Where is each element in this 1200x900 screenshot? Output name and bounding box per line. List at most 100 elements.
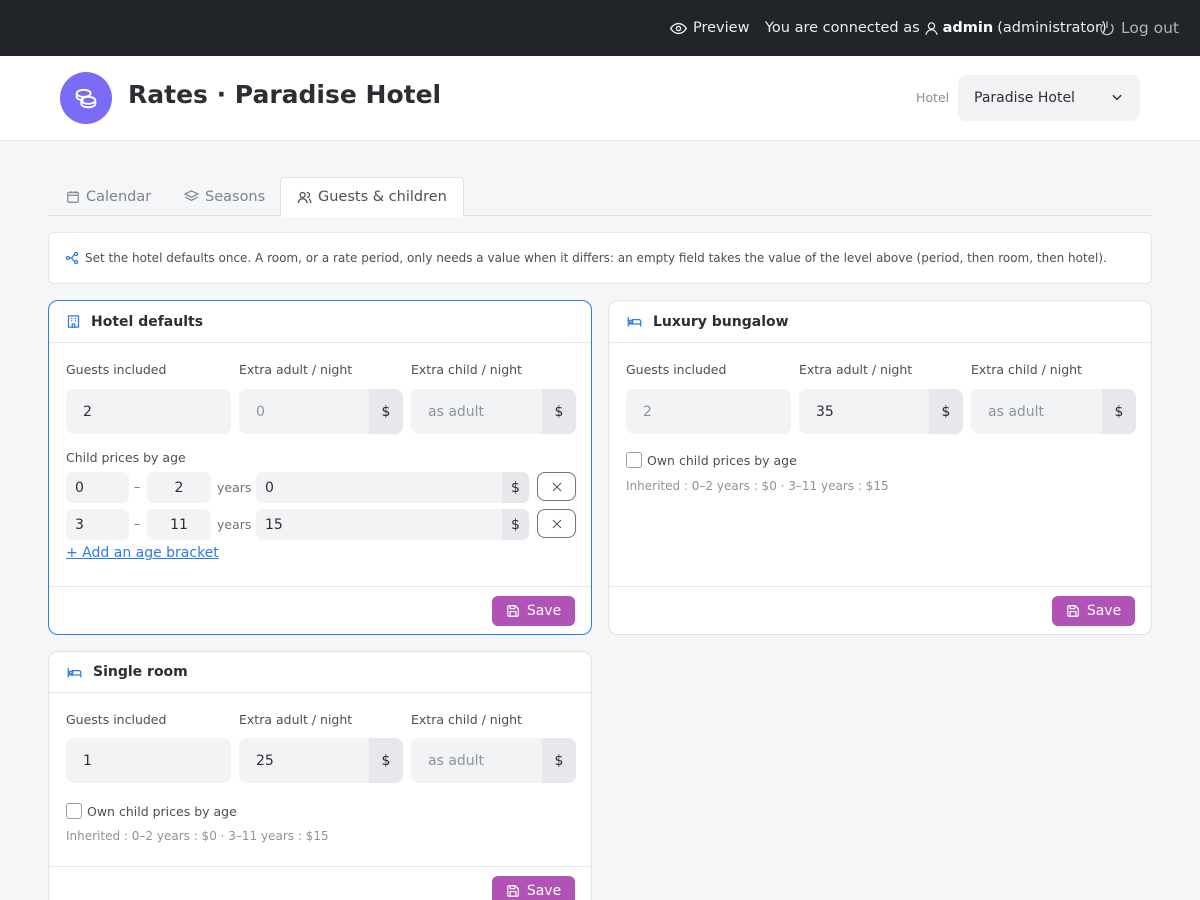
card-header: Hotel defaults <box>49 301 591 343</box>
extra-adult-input[interactable]: 0 $ <box>239 389 403 434</box>
extra-adult-value: 25 <box>256 752 274 769</box>
age-from-value: 0 <box>75 479 84 496</box>
own-child-prices-checkbox[interactable] <box>66 803 82 819</box>
building-icon <box>67 315 80 328</box>
tab-bar: Calendar Seasons Guests & children <box>48 177 1152 217</box>
inherited-prices-text: Inherited : 0–2 years : $0 · 3–11 years … <box>66 829 329 843</box>
remove-bracket-button[interactable] <box>537 472 576 501</box>
hotel-defaults-card: Hotel defaults Guests included Extra adu… <box>48 300 592 635</box>
bracket-price-value: 15 <box>265 516 283 533</box>
username: admin <box>942 20 994 36</box>
tab-label: Calendar <box>86 188 152 205</box>
card-footer: Save <box>49 866 591 900</box>
extra-adult-label: Extra adult / night <box>799 362 913 377</box>
user-role: (administrator) <box>997 20 1107 36</box>
guests-included-label: Guests included <box>626 362 727 377</box>
years-label: years <box>217 517 252 532</box>
extra-adult-input[interactable]: 35 $ <box>799 389 963 434</box>
save-button[interactable]: Save <box>1052 596 1135 626</box>
connected-prefix: You are connected as <box>765 20 920 36</box>
card-title: Luxury bungalow <box>653 313 789 330</box>
tab-guests-children[interactable]: Guests & children <box>280 177 464 217</box>
user-icon <box>924 21 938 35</box>
calendar-icon <box>67 190 79 203</box>
save-label: Save <box>526 883 562 899</box>
tab-seasons[interactable]: Seasons <box>168 177 281 216</box>
extra-adult-input[interactable]: 25 $ <box>239 738 403 783</box>
extra-child-input[interactable]: as adult $ <box>971 389 1136 434</box>
guests-included-value: 2 <box>83 403 92 420</box>
age-to-value: 2 <box>174 479 184 496</box>
extra-child-label: Extra child / night <box>411 712 522 727</box>
extra-child-input[interactable]: as adult $ <box>411 738 576 783</box>
child-prices-label: Child prices by age <box>66 450 186 465</box>
age-to-input[interactable]: 2 <box>147 472 211 503</box>
extra-child-input[interactable]: as adult $ <box>411 389 576 434</box>
range-dash: – <box>134 516 141 531</box>
bracket-price-input[interactable]: 0 $ <box>256 472 529 503</box>
extra-child-label: Extra child / night <box>971 362 1082 377</box>
hierarchy-icon <box>65 251 79 265</box>
card-title: Hotel defaults <box>91 313 204 330</box>
extra-child-placeholder: as adult <box>428 403 485 420</box>
floppy-disk-icon <box>506 605 519 617</box>
own-child-prices-label: Own child prices by age <box>647 452 797 468</box>
currency-suffix: $ <box>542 738 576 783</box>
remove-bracket-button[interactable] <box>537 509 576 538</box>
age-to-input[interactable]: 11 <box>147 509 211 540</box>
close-icon <box>552 482 561 491</box>
hotel-select[interactable]: Paradise Hotel <box>958 75 1140 121</box>
guests-included-placeholder: 2 <box>643 403 652 420</box>
extra-adult-label: Extra adult / night <box>239 362 353 377</box>
own-child-prices-toggle[interactable]: Own child prices by age <box>66 803 237 819</box>
bracket-price-input[interactable]: 15 $ <box>256 509 529 540</box>
tab-label: Guests & children <box>318 189 447 205</box>
bed-icon <box>627 317 642 327</box>
hotel-select-label: Hotel <box>916 90 950 105</box>
save-button[interactable]: Save <box>492 876 575 900</box>
currency-suffix: $ <box>502 472 529 503</box>
card-header: Luxury bungalow <box>609 301 1151 343</box>
currency-suffix: $ <box>369 389 403 434</box>
age-from-value: 3 <box>75 516 84 533</box>
own-child-prices-checkbox[interactable] <box>626 452 642 468</box>
extra-adult-label: Extra adult / night <box>239 712 353 727</box>
currency-suffix: $ <box>542 389 576 434</box>
years-label: years <box>217 480 252 495</box>
card-header: Single room <box>49 652 591 693</box>
guests-included-input[interactable]: 1 <box>66 738 231 783</box>
guests-included-input[interactable]: 2 <box>626 389 791 434</box>
single-room-card: Single room Guests included Extra adult … <box>48 651 592 900</box>
age-from-input[interactable]: 3 <box>66 509 129 540</box>
card-footer: Save <box>609 586 1151 635</box>
guests-included-input[interactable]: 2 <box>66 389 231 434</box>
age-from-input[interactable]: 0 <box>66 472 129 503</box>
info-banner: Set the hotel defaults once. A room, or … <box>48 232 1152 284</box>
extra-adult-placeholder: 0 <box>256 403 265 420</box>
logout-label: Log out <box>1121 19 1179 37</box>
floppy-disk-icon <box>506 885 519 897</box>
coins-logo <box>60 72 112 124</box>
bracket-price-value: 0 <box>265 479 274 496</box>
preview-link[interactable]: Preview <box>670 0 749 56</box>
guests-included-label: Guests included <box>66 362 167 377</box>
extra-child-label: Extra child / night <box>411 362 522 377</box>
age-to-value: 11 <box>170 516 188 533</box>
chevron-down-icon <box>1112 94 1122 101</box>
page-title: Rates · Paradise Hotel <box>128 80 442 109</box>
extra-adult-value: 35 <box>816 403 834 420</box>
close-icon <box>552 519 561 528</box>
tab-calendar[interactable]: Calendar <box>50 177 167 216</box>
luxury-bungalow-card: Luxury bungalow Guests included Extra ad… <box>608 300 1152 635</box>
coins-icon <box>75 88 97 109</box>
save-label: Save <box>1086 603 1122 619</box>
save-button[interactable]: Save <box>492 596 575 626</box>
layers-icon <box>184 190 199 201</box>
users-icon <box>297 191 312 203</box>
currency-suffix: $ <box>502 509 529 540</box>
eye-icon <box>670 22 687 34</box>
own-child-prices-toggle[interactable]: Own child prices by age <box>626 452 797 468</box>
add-age-bracket-link[interactable]: + Add an age bracket <box>66 545 219 561</box>
logout-link[interactable]: Log out <box>1099 0 1179 56</box>
extra-child-placeholder: as adult <box>988 403 1045 420</box>
